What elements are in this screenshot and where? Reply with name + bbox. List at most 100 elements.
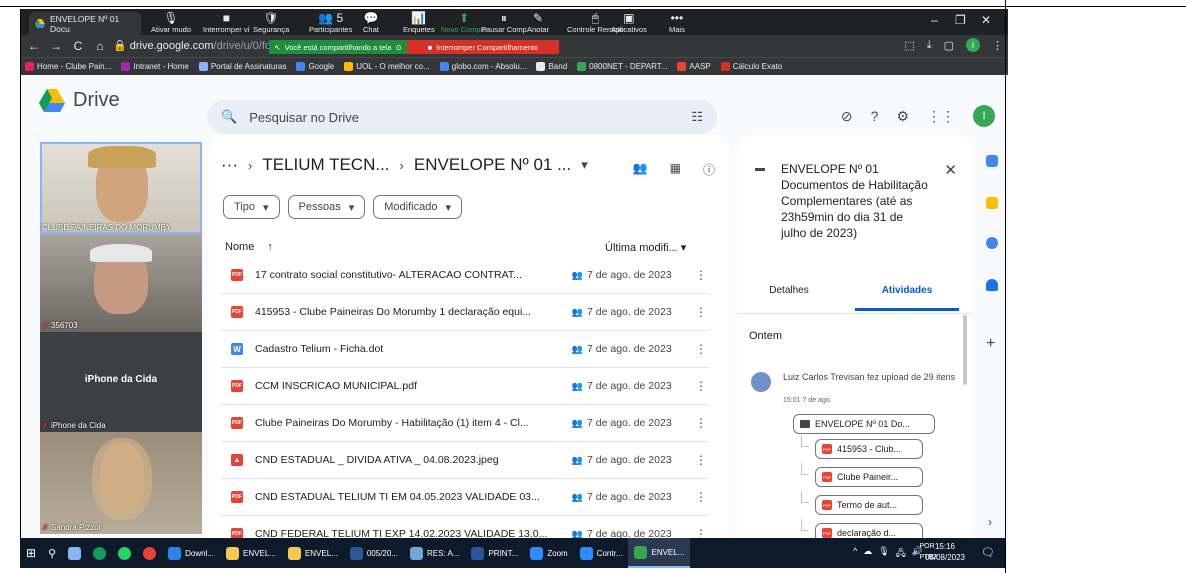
- meet-button-3[interactable]: 🛡 Segurança: [253, 11, 289, 34]
- tray-arrow-icon[interactable]: ^: [853, 546, 857, 562]
- tab-activities[interactable]: Atividades: [855, 285, 959, 311]
- filter-chip-modificado[interactable]: Modificado ▾: [373, 195, 462, 219]
- more-actions-icon[interactable]: ⋮: [693, 490, 709, 504]
- taskbar-app[interactable]: ENVEL...: [220, 538, 282, 568]
- browser-tab[interactable]: ENVELOPE Nº 01 Docu: [29, 12, 141, 35]
- video-tile[interactable]: ✗ 356703: [40, 234, 202, 332]
- offline-status-icon[interactable]: ⊘: [841, 108, 853, 125]
- start-button[interactable]: ⊞: [20, 538, 42, 568]
- home-icon[interactable]: ⌂: [91, 39, 109, 53]
- meet-button-8[interactable]: ⏸ Pausar Comp: [481, 11, 527, 34]
- search-options-icon[interactable]: ☷: [691, 109, 703, 125]
- breadcrumb-more[interactable]: ···: [221, 155, 238, 175]
- bookmark-item[interactable]: Portal de Assinaturas: [198, 62, 286, 71]
- search-input[interactable]: Pesquisar no Drive: [249, 110, 359, 125]
- file-row[interactable]: W Cadastro Telium - Ficha.dot 👥 7 de ago. d…: [221, 331, 709, 368]
- tab-details[interactable]: Detalhes: [737, 285, 841, 311]
- meet-button-11[interactable]: ▣ Aplicativos: [611, 11, 647, 34]
- stop-sharing-button[interactable]: ■ Interromper Compartilhamento: [407, 40, 559, 54]
- clock[interactable]: 15:16 08/08/2023: [925, 541, 965, 563]
- more-actions-icon[interactable]: ⋮: [693, 305, 709, 319]
- close-window-button[interactable]: ✕: [981, 13, 991, 27]
- bookmark-item[interactable]: UOL - O melhor co...: [344, 62, 430, 71]
- meet-button-12[interactable]: ••• Mais: [669, 11, 685, 34]
- file-row[interactable]: PDF 17 contrato social constitutivo- ALTE…: [221, 257, 709, 294]
- mic-icon[interactable]: 🎙: [878, 546, 889, 562]
- network-icon[interactable]: 🖧: [896, 546, 906, 562]
- edge-icon[interactable]: [87, 538, 112, 568]
- tasks-icon[interactable]: [986, 237, 998, 249]
- activity-file-chip[interactable]: PDF Clube Paineir...: [815, 467, 923, 487]
- search-icon[interactable]: ⚲: [42, 538, 62, 568]
- whatsapp-icon[interactable]: [112, 538, 137, 568]
- meet-button-2[interactable]: ■ Interromper ví: [203, 11, 250, 34]
- name-column-header[interactable]: Nome ↑: [225, 241, 605, 254]
- bookmark-item[interactable]: AASP: [677, 62, 711, 71]
- more-actions-icon[interactable]: ⋮: [693, 342, 709, 356]
- meet-button-6[interactable]: 📊 Enquetes: [403, 11, 435, 34]
- file-row[interactable]: ▲ CND ESTADUAL _ DIVIDA ATIVA _ 04.08.202…: [221, 442, 709, 479]
- more-actions-icon[interactable]: ⋮: [693, 416, 709, 430]
- activity-folder-chip[interactable]: ENVELOPE Nº 01 Do...: [793, 414, 935, 434]
- video-tile[interactable]: CLUBE PAINEIRAS DO MORUMBY: [40, 142, 202, 234]
- breadcrumb-parent[interactable]: TELIUM TECN...: [262, 155, 389, 175]
- keep-icon[interactable]: [986, 197, 998, 209]
- video-tile[interactable]: ✗ Sandra Pizzol: [40, 432, 202, 534]
- help-icon[interactable]: ?: [871, 108, 879, 124]
- activity-file-chip[interactable]: PDF Termo de aut...: [815, 495, 923, 515]
- details-scrollbar[interactable]: [963, 315, 967, 385]
- more-actions-icon[interactable]: ⋮: [693, 453, 709, 467]
- forward-icon[interactable]: →: [47, 39, 65, 53]
- taskbar-app[interactable]: RES: A...: [404, 538, 465, 568]
- bookmark-item[interactable]: 0800NET - DEPART...: [577, 62, 667, 71]
- taskbar-app[interactable]: Contr...: [574, 538, 629, 568]
- browser-menu-icon[interactable]: ⋮: [992, 39, 1003, 52]
- activity-file-chip[interactable]: PDF 415953 - Club...: [815, 439, 923, 459]
- modified-column-header[interactable]: Última modifi... ▾: [605, 241, 695, 254]
- video-tile[interactable]: iPhone da Cida ✗ iPhone da Cida: [40, 332, 202, 432]
- share-people-icon[interactable]: 👥: [633, 161, 648, 178]
- calendar-icon[interactable]: [986, 155, 998, 167]
- taskbar-app[interactable]: Zoom: [524, 538, 573, 568]
- meet-button-4[interactable]: 👥 5 Participantes: [309, 11, 352, 34]
- filter-chip-pessoas[interactable]: Pessoas ▾: [287, 195, 366, 219]
- back-icon[interactable]: ←: [25, 39, 43, 53]
- more-actions-icon[interactable]: ⋮: [693, 379, 709, 393]
- meet-button-1[interactable]: 🎙 Ativar mudo: [151, 11, 191, 34]
- close-icon[interactable]: ✕: [944, 161, 957, 179]
- meet-button-9[interactable]: ✎ Anotar: [527, 11, 549, 34]
- pinned-app-icon[interactable]: [62, 538, 87, 568]
- add-app-icon[interactable]: +: [986, 335, 995, 353]
- reload-icon[interactable]: C: [69, 39, 87, 53]
- expand-panel-icon[interactable]: ›: [988, 515, 992, 529]
- filter-chip-tipo[interactable]: Tipo ▾: [223, 195, 280, 219]
- file-row[interactable]: PDF CCM INSCRICAO MUNICIPAL.pdf 👥 7 de ago.…: [221, 368, 709, 405]
- contacts-icon[interactable]: [986, 279, 998, 291]
- bookmark-item[interactable]: Intranet - Home: [121, 62, 189, 71]
- bookmark-item[interactable]: Cálculo Exato: [720, 62, 782, 71]
- breadcrumb-current[interactable]: ENVELOPE Nº 01 ...: [414, 155, 571, 175]
- taskbar-app[interactable]: 005/20...: [344, 538, 404, 568]
- bookmark-item[interactable]: globo.com - Absolu...: [439, 62, 526, 71]
- settings-icon[interactable]: ⚙: [896, 108, 909, 125]
- file-row[interactable]: PDF CND ESTADUAL TELIUM TI EM 04.05.2023 …: [221, 479, 709, 516]
- onedrive-icon[interactable]: ☁: [863, 546, 872, 562]
- account-avatar[interactable]: I: [973, 105, 995, 127]
- taskbar-app[interactable]: ENVEL...: [628, 538, 691, 568]
- search-box[interactable]: 🔍 Pesquisar no Drive ☷: [207, 100, 717, 134]
- sidebar-icon[interactable]: ▢: [944, 39, 954, 52]
- bookmark-item[interactable]: Home - Clube Pain...: [25, 62, 111, 71]
- file-row[interactable]: PDF Clube Paineiras Do Morumby - Habilita…: [221, 405, 709, 442]
- info-icon[interactable]: ⓘ: [703, 161, 715, 178]
- sort-arrow-icon[interactable]: ↑: [267, 241, 273, 253]
- bookmark-item[interactable]: Band: [536, 62, 567, 71]
- taskbar-app[interactable]: ENVEL...: [282, 538, 344, 568]
- grid-view-icon[interactable]: ▦: [670, 161, 681, 178]
- notifications-icon[interactable]: 🗨: [981, 546, 995, 559]
- profile-avatar[interactable]: I: [966, 38, 980, 52]
- apps-grid-icon[interactable]: ⋮⋮: [927, 108, 955, 125]
- drive-logo[interactable]: Drive: [39, 89, 120, 112]
- file-row[interactable]: PDF 415953 - Clube Paineiras Do Morumby 1…: [221, 294, 709, 331]
- bookmark-item[interactable]: Google: [296, 62, 334, 71]
- dropdown-arrow-icon[interactable]: ▾: [581, 157, 588, 173]
